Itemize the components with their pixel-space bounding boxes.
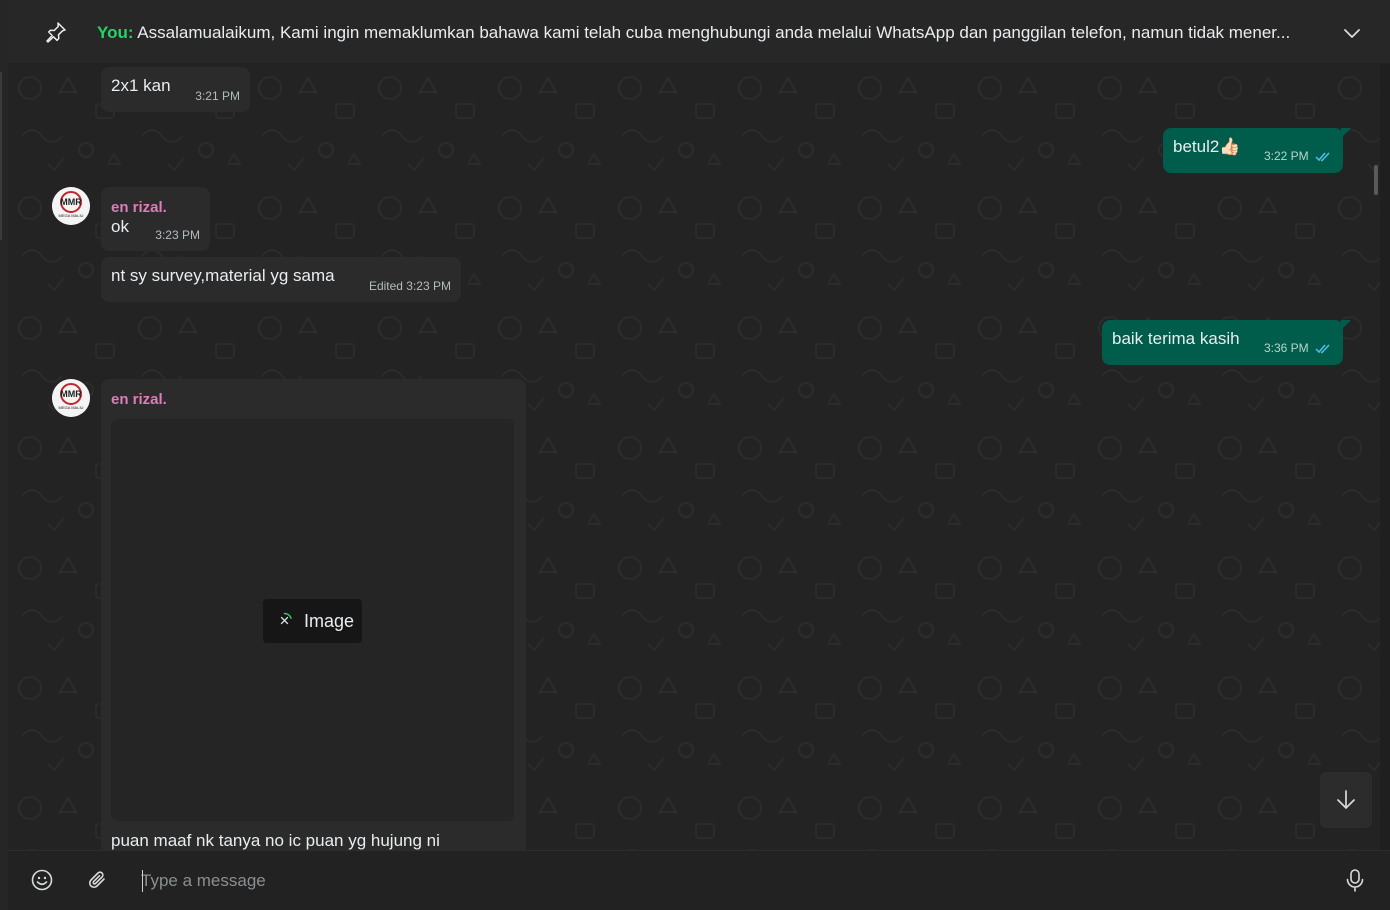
pinned-sender-label: You: [97, 23, 134, 42]
mmr-logo: MMR MEGA MALIU [52, 379, 90, 417]
incoming-message[interactable]: nt sy survey,material yg sama Edited 3:2… [101, 257, 461, 302]
pinned-message-body: Assalamualaikum, Kami ingin memaklumkan … [133, 23, 1291, 42]
mmr-logo: MMR MEGA MALIU [52, 187, 90, 225]
window-left-edge [0, 0, 8, 910]
message-caption: puan maaf nk tanya no ic puan yg hujung … [111, 831, 440, 850]
avatar-logo-subtext: MEGA MALIU [59, 213, 84, 218]
message-text: betul2👍🏻 [1173, 137, 1241, 156]
message-time: 3:22 PM [1263, 149, 1309, 163]
bubble-tail [1341, 128, 1351, 138]
scroll-to-bottom-button[interactable] [1320, 772, 1372, 828]
double-check-icon [1315, 152, 1330, 162]
pinned-message-bar[interactable]: You: Assalamualaikum, Kami ingin memaklu… [8, 0, 1390, 64]
message-text: ok [111, 217, 129, 236]
left-edge-mark [0, 72, 2, 240]
bubble-tail [1341, 320, 1351, 330]
message-text: nt sy survey,material yg sama [111, 266, 335, 285]
message-time: Edited 3:23 PM [368, 279, 451, 293]
avatar[interactable]: MMR MEGA MALIU [52, 187, 90, 225]
double-check-icon [1315, 344, 1330, 354]
message-meta: 3:36 PM [1264, 337, 1331, 359]
sender-name[interactable]: en rizal. [111, 389, 167, 411]
emoji-icon[interactable] [30, 868, 54, 892]
avatar-logo-text: MMR [60, 389, 82, 399]
incoming-image-message[interactable]: en rizal. Image puan maaf nk tanya no ic… [101, 379, 526, 850]
message-time: 3:21 PM [195, 89, 240, 103]
image-placeholder[interactable]: Image [111, 419, 514, 821]
message-meta: 3:22 PM [1264, 145, 1331, 167]
chat-scrollbar[interactable] [1374, 165, 1378, 195]
avatar[interactable]: MMR MEGA MALIU [52, 379, 90, 417]
text-caret [142, 870, 143, 892]
chat-area[interactable]: 2x1 kan 3:21 PM betul2👍🏻 3:22 PM MMR MEG… [8, 64, 1380, 850]
pinned-message-text: You: Assalamualaikum, Kami ingin memaklu… [97, 23, 1329, 43]
message-text: 2x1 kan [111, 76, 171, 95]
incoming-message[interactable]: en rizal. ok 3:23 PM [101, 187, 210, 251]
chevron-down-icon[interactable] [1341, 22, 1363, 44]
image-download-status[interactable]: Image [263, 599, 362, 643]
avatar-logo-subtext: MEGA MALIU [59, 405, 84, 410]
message-time: 3:36 PM [1263, 341, 1309, 355]
outgoing-message[interactable]: betul2👍🏻 3:22 PM [1163, 128, 1351, 173]
mic-icon[interactable] [1344, 868, 1366, 892]
pin-icon [46, 22, 66, 43]
outgoing-message[interactable]: baik terima kasih 3:36 PM [1102, 320, 1351, 365]
message-composer [8, 850, 1390, 910]
cancel-download-icon[interactable] [276, 612, 293, 629]
image-label: Image [304, 611, 355, 631]
message-input[interactable] [141, 868, 1291, 894]
arrow-down-icon [1337, 790, 1355, 809]
incoming-message[interactable]: 2x1 kan 3:21 PM [101, 67, 250, 112]
avatar-logo-text: MMR [60, 197, 82, 207]
attach-icon[interactable] [85, 868, 109, 892]
message-time: 3:23 PM [155, 228, 200, 242]
message-text: baik terima kasih [1112, 329, 1240, 348]
